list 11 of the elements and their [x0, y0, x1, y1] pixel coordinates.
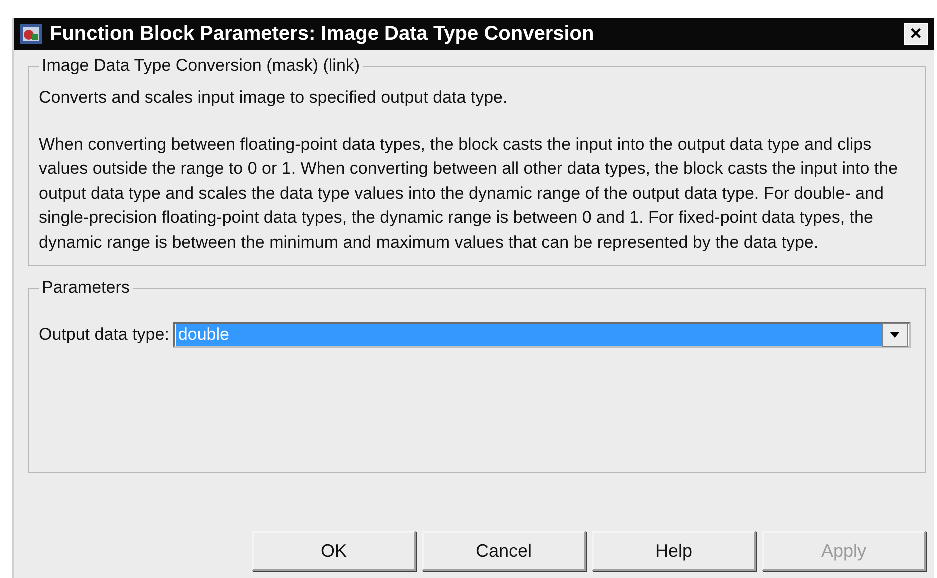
- description-text: When converting between floating-point data types, the block casts the input into the output data type and clips values outside the range to 0 or 1. When converting between all other data types, the block casts the input into the output data type and scales the data type values into the dynamic range of the output data type. For double- and single-precision floating-point data types, the dynamic range is between 0 and 1. For fixed-point data types, the dynamic range is between the minimum and maximum values that can be represented by the data type.: [39, 134, 900, 254]
- dialog-button[interactable]: OK: [252, 531, 416, 571]
- description-text: Converts and scales input image to specified output data type.: [39, 87, 509, 109]
- group-title: Image Data Type Conversion (mask) (link): [41, 56, 362, 76]
- dialog-button[interactable]: Help: [592, 531, 756, 571]
- close-button[interactable]: ×: [904, 23, 928, 45]
- field-label: Output data type:: [39, 325, 170, 345]
- app-icon: [20, 24, 42, 44]
- window-title: Function Block Parameters: Image Data Type Conversion: [50, 22, 596, 46]
- dialog-button[interactable]: Cancel: [422, 531, 586, 571]
- group-title: Parameters: [41, 278, 131, 298]
